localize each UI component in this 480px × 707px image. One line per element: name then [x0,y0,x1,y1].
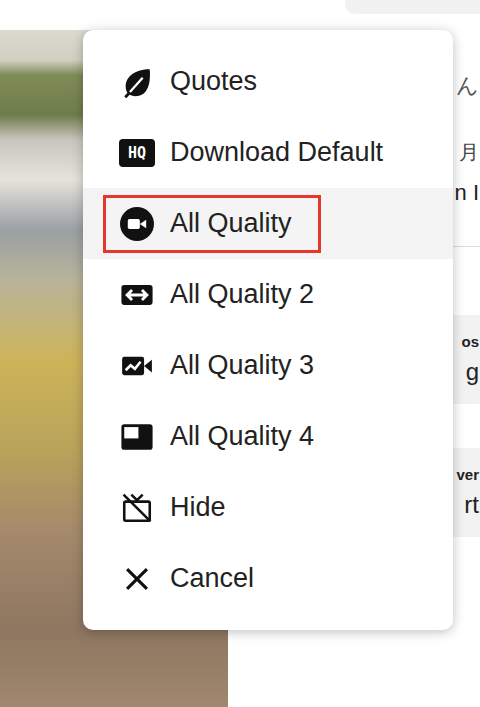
close-icon [120,562,154,596]
menu-icon-box [118,276,156,314]
card-title: ver [456,466,480,483]
tv-off-icon [120,491,154,525]
menu-item[interactable]: Cancel [83,543,453,614]
menu-item-content: Quotes [103,53,286,111]
leaf-icon [120,65,154,99]
divider [450,246,480,247]
swap-arrows-icon [120,278,154,312]
menu-item-content: All Quality 2 [103,266,343,324]
window-icon [120,420,154,454]
menu-item-content: All Quality 4 [103,408,343,466]
menu-icon-box [118,63,156,101]
menu-item-label: All Quality [170,207,292,239]
menu-item-label: All Quality 3 [170,349,314,381]
menu-item-content: Cancel [103,550,283,608]
menu-item[interactable]: All Quality 3 [83,330,453,401]
hq-icon: HQ [119,139,155,167]
menu-item-content: All Quality [103,195,321,253]
video-camera-icon [120,207,154,241]
menu-item-label: Cancel [170,562,254,594]
menu-item[interactable]: HQ Download Default [83,117,453,188]
menu-item-label: Quotes [170,65,257,97]
menu-item[interactable]: All Quality 4 [83,401,453,472]
menu-item[interactable]: All Quality 2 [83,259,453,330]
menu-item[interactable]: Quotes [83,46,453,117]
menu-item-label: All Quality 4 [170,420,314,452]
menu-icon-box [118,205,156,243]
menu-icon-box [118,489,156,527]
page: ん月 n I os g ver rt Quotes HQ Download Default All… [0,0,480,707]
card-title: os [461,333,480,350]
card-body: g [466,358,480,386]
context-menu: Quotes HQ Download Default All Quality All Q… [83,30,453,630]
video-chart-icon [120,349,154,383]
menu-item-content: HQ Download Default [103,124,412,182]
menu-item-content: Hide [103,479,255,537]
menu-item[interactable]: Hide [83,472,453,543]
menu-icon-box [118,418,156,456]
menu-item-content: All Quality 3 [103,337,343,395]
text-fragment: n I [455,179,480,207]
menu-item-label: Download Default [170,136,383,168]
search-bar[interactable] [345,0,480,14]
header-fragment: ん [456,72,480,100]
menu-item-label: All Quality 2 [170,278,314,310]
menu-icon-box: HQ [118,134,156,172]
text-fragment: 月 [459,140,480,165]
menu-item[interactable]: All Quality [83,188,453,259]
menu-icon-box [118,560,156,598]
menu-item-label: Hide [170,491,226,523]
card-body: rt [464,491,480,519]
menu-icon-box [118,347,156,385]
